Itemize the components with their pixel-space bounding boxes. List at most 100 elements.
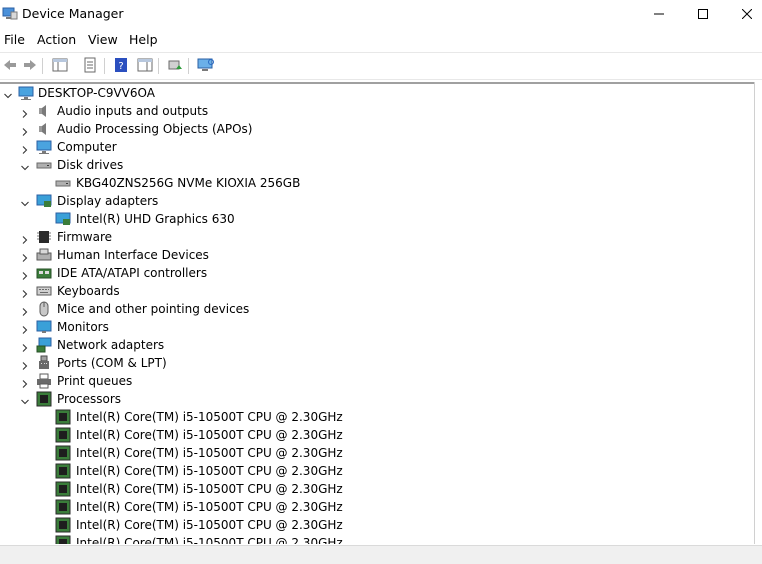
computer-icon	[36, 139, 52, 155]
processor-icon	[55, 427, 71, 443]
toolbar-separator	[158, 58, 159, 74]
properties-button[interactable]	[80, 56, 100, 76]
tree-item-label: Display adapters	[57, 194, 159, 208]
tree-item-disk-kioxia[interactable]: KBG40ZNS256G NVMe KIOXIA 256GB	[0, 174, 754, 192]
chevron-down-icon[interactable]	[21, 197, 29, 207]
tree-item-intel-uhd-630[interactable]: Intel(R) UHD Graphics 630	[0, 210, 754, 228]
menu-view[interactable]: View	[86, 32, 120, 48]
device-tree[interactable]: DESKTOP-C9VV6OA Audio inputs and outputs…	[0, 84, 754, 544]
tree-item-label: Intel(R) Core(TM) i5-10500T CPU @ 2.30GH…	[76, 518, 343, 532]
chevron-right-icon[interactable]	[21, 359, 29, 370]
toolbar-separator	[188, 58, 189, 74]
close-button[interactable]	[724, 0, 762, 28]
update-driver-icon	[167, 57, 183, 76]
processor-icon	[55, 517, 71, 533]
chevron-right-icon[interactable]	[21, 305, 29, 316]
chevron-down-icon[interactable]	[4, 89, 12, 99]
tree-item-cpu[interactable]: Intel(R) Core(TM) i5-10500T CPU @ 2.30GH…	[0, 408, 754, 426]
tree-item-label: Intel(R) Core(TM) i5-10500T CPU @ 2.30GH…	[76, 482, 343, 496]
tree-item-mice[interactable]: Mice and other pointing devices	[0, 300, 754, 318]
tree-item-label: Intel(R) Core(TM) i5-10500T CPU @ 2.30GH…	[76, 446, 343, 460]
chevron-right-icon[interactable]	[21, 341, 29, 352]
chevron-right-icon[interactable]	[21, 143, 29, 154]
status-bar	[0, 545, 762, 564]
disk-drive-icon	[36, 157, 52, 173]
show-hide-action-pane-button[interactable]	[135, 56, 155, 76]
forward-icon	[22, 57, 38, 76]
tree-item-cpu[interactable]: Intel(R) Core(TM) i5-10500T CPU @ 2.30GH…	[0, 498, 754, 516]
tree-item-cpu[interactable]: Intel(R) Core(TM) i5-10500T CPU @ 2.30GH…	[0, 426, 754, 444]
chevron-right-icon[interactable]	[21, 323, 29, 334]
tree-item-cpu[interactable]: Intel(R) Core(TM) i5-10500T CPU @ 2.30GH…	[0, 534, 754, 544]
chevron-right-icon[interactable]	[21, 377, 29, 388]
tree-item-firmware[interactable]: Firmware	[0, 228, 754, 246]
show-hide-console-tree-button[interactable]	[50, 56, 70, 76]
update-driver-button[interactable]	[165, 56, 185, 76]
chevron-right-icon[interactable]	[21, 251, 29, 262]
close-icon	[742, 9, 752, 19]
minimize-icon	[654, 9, 664, 19]
processor-icon	[55, 409, 71, 425]
tree-item-label: Audio Processing Objects (APOs)	[57, 122, 253, 136]
show-hide-console-tree-icon	[52, 57, 68, 76]
tree-item-disk-drives[interactable]: Disk drives	[0, 156, 754, 174]
tree-item-cpu[interactable]: Intel(R) Core(TM) i5-10500T CPU @ 2.30GH…	[0, 444, 754, 462]
menu-action[interactable]: Action	[35, 32, 78, 48]
tree-item-network-adapters[interactable]: Network adapters	[0, 336, 754, 354]
monitor-icon	[36, 319, 52, 335]
tree-item-label: Processors	[57, 392, 122, 406]
help-icon: ?	[113, 57, 129, 76]
minimize-button[interactable]	[636, 0, 682, 28]
chevron-right-icon[interactable]	[21, 233, 29, 244]
chevron-right-icon[interactable]	[21, 287, 29, 298]
tree-item-print-queues[interactable]: Print queues	[0, 372, 754, 390]
toolbar: ?	[0, 52, 762, 80]
tree-item-ports[interactable]: Ports (COM & LPT)	[0, 354, 754, 372]
forward-button[interactable]	[20, 56, 40, 76]
tree-root[interactable]: DESKTOP-C9VV6OA	[0, 84, 754, 102]
processor-icon	[55, 499, 71, 515]
maximize-button[interactable]	[680, 0, 726, 28]
tree-item-processors[interactable]: Processors	[0, 390, 754, 408]
tree-item-computer[interactable]: Computer	[0, 138, 754, 156]
tree-item-audio-inputs-and-outputs[interactable]: Audio inputs and outputs	[0, 102, 754, 120]
chevron-down-icon[interactable]	[21, 161, 29, 171]
tree-item-label: IDE ATA/ATAPI controllers	[57, 266, 208, 280]
tree-item-monitors[interactable]: Monitors	[0, 318, 754, 336]
speaker-icon	[36, 121, 52, 137]
tree-item-label: Print queues	[57, 374, 133, 388]
tree-item-cpu[interactable]: Intel(R) Core(TM) i5-10500T CPU @ 2.30GH…	[0, 462, 754, 480]
maximize-icon	[698, 9, 708, 19]
tree-item-cpu[interactable]: Intel(R) Core(TM) i5-10500T CPU @ 2.30GH…	[0, 516, 754, 534]
toolbar-separator	[104, 58, 105, 74]
tree-item-label: Intel(R) Core(TM) i5-10500T CPU @ 2.30GH…	[76, 410, 343, 424]
tree-item-cpu[interactable]: Intel(R) Core(TM) i5-10500T CPU @ 2.30GH…	[0, 480, 754, 498]
menu-help[interactable]: Help	[127, 32, 160, 48]
tree-item-ide-ata-atapi[interactable]: IDE ATA/ATAPI controllers	[0, 264, 754, 282]
chip-icon	[36, 229, 52, 245]
tree-item-human-interface-devices[interactable]: Human Interface Devices	[0, 246, 754, 264]
keyboard-icon	[36, 283, 52, 299]
chevron-right-icon[interactable]	[21, 107, 29, 118]
tree-item-label: Intel(R) Core(TM) i5-10500T CPU @ 2.30GH…	[76, 536, 343, 544]
tree-item-keyboards[interactable]: Keyboards	[0, 282, 754, 300]
processor-icon	[55, 481, 71, 497]
chevron-right-icon[interactable]	[21, 269, 29, 280]
tree-item-label: Intel(R) UHD Graphics 630	[76, 212, 235, 226]
chevron-right-icon[interactable]	[21, 125, 29, 136]
tree-item-display-adapters[interactable]: Display adapters	[0, 192, 754, 210]
scan-for-hardware-changes-button[interactable]	[196, 56, 216, 76]
properties-icon	[82, 57, 98, 76]
network-adapter-icon	[36, 337, 52, 353]
window-title: Device Manager	[22, 6, 124, 21]
chevron-down-icon[interactable]	[21, 395, 29, 405]
back-icon	[2, 57, 18, 76]
processor-icon	[36, 391, 52, 407]
tree-item-audio-processing-objects[interactable]: Audio Processing Objects (APOs)	[0, 120, 754, 138]
menu-file[interactable]: File	[2, 32, 27, 48]
tree-item-label: Human Interface Devices	[57, 248, 209, 262]
tree-item-label: Disk drives	[57, 158, 124, 172]
back-button[interactable]	[0, 56, 20, 76]
help-button[interactable]: ?	[111, 56, 131, 76]
ide-controller-icon	[36, 265, 52, 281]
